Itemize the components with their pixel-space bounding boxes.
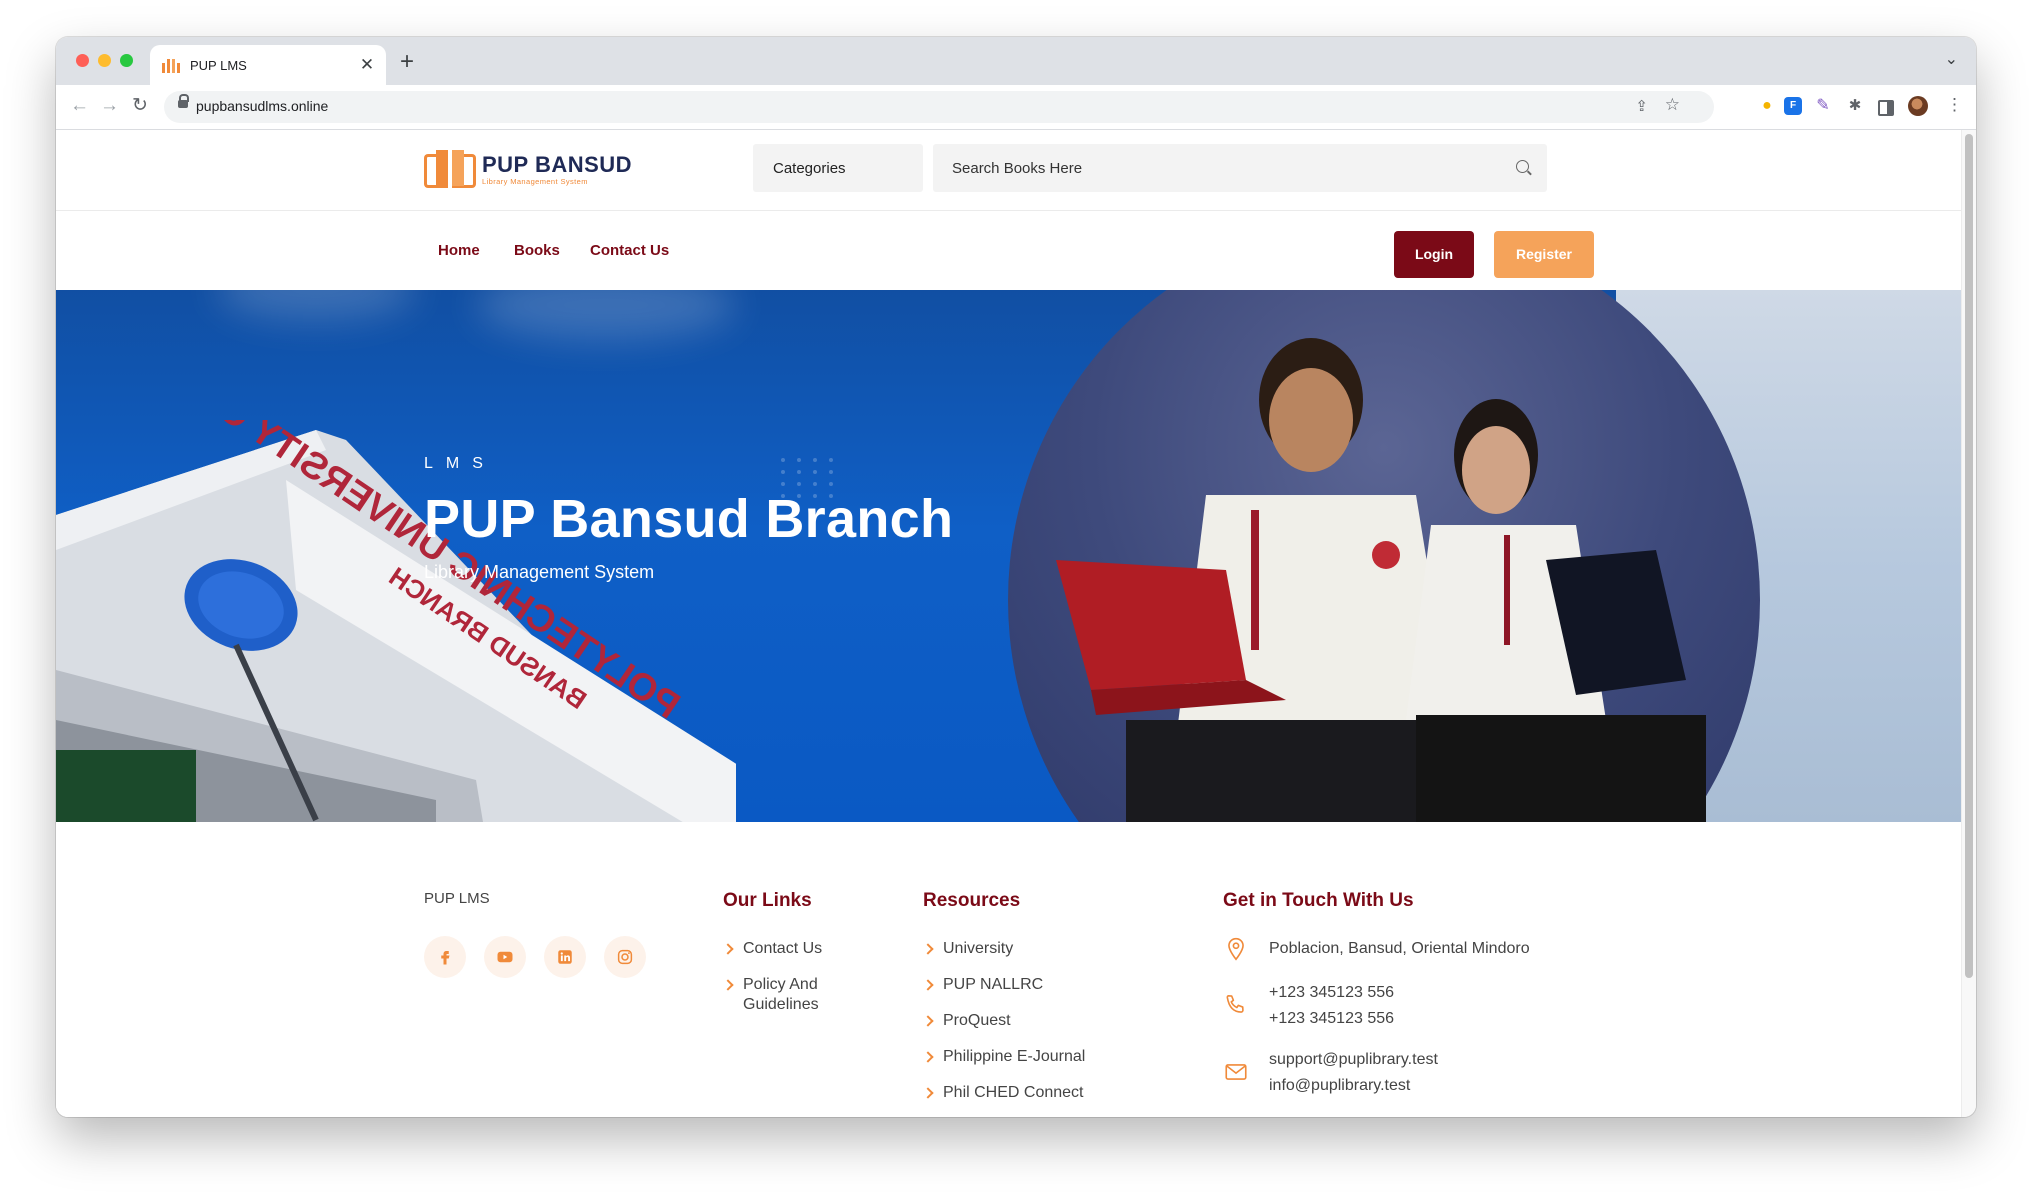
profile-avatar[interactable] xyxy=(1908,96,1928,116)
side-panel-icon[interactable] xyxy=(1878,100,1894,116)
resource-link-ejournal[interactable]: Philippine E-Journal xyxy=(923,1047,1143,1067)
minimize-window-button[interactable] xyxy=(98,54,111,67)
resource-link-proquest[interactable]: ProQuest xyxy=(923,1011,1143,1031)
our-links-list: Contact Us Policy And Guidelines xyxy=(723,939,863,1031)
phone-number-2[interactable]: +123 345123 556 xyxy=(1269,1006,1394,1032)
lock-icon[interactable] xyxy=(178,94,189,108)
phone-icon xyxy=(1226,994,1244,1013)
scrollbar[interactable] xyxy=(1961,130,1976,1117)
main-navigation: Home Books Contact Us Login Register xyxy=(56,211,1962,291)
resources-list: University PUP NALLRC ProQuest Philippin… xyxy=(923,939,1143,1117)
nav-home[interactable]: Home xyxy=(438,242,480,259)
chevron-down-icon[interactable]: ⌄ xyxy=(1945,49,1958,69)
tab-strip: PUP LMS ✕ + ⌄ xyxy=(56,37,1976,85)
footer-link-contact-us[interactable]: Contact Us xyxy=(723,939,863,959)
book-favicon-icon xyxy=(162,57,180,73)
close-window-button[interactable] xyxy=(76,54,89,67)
resource-link-ched[interactable]: Phil CHED Connect xyxy=(923,1083,1143,1103)
new-tab-icon[interactable]: + xyxy=(400,50,414,74)
contact-heading: Get in Touch With Us xyxy=(1223,890,1414,911)
search-placeholder: Search Books Here xyxy=(952,160,1083,177)
url-text[interactable]: pupbansudlms.online xyxy=(196,98,328,114)
pen-extension-icon[interactable]: ✎ xyxy=(1814,97,1832,115)
site-footer: PUP LMS Our Links Contact Us Policy And xyxy=(56,822,1962,1117)
form-extension-icon[interactable]: F xyxy=(1784,97,1802,115)
window-controls xyxy=(76,54,133,67)
logo-subtitle: Library Management System xyxy=(482,177,588,186)
contact-address: Poblacion, Bansud, Oriental Mindoro xyxy=(1223,936,1530,962)
contact-phones: +123 345123 556 +123 345123 556 xyxy=(1223,980,1394,1032)
students-with-laptops-image xyxy=(1056,338,1706,822)
map-pin-icon xyxy=(1228,937,1244,961)
resources-heading: Resources xyxy=(923,890,1021,911)
extensions-puzzle-icon[interactable]: ✱ xyxy=(1846,97,1864,115)
back-arrow-icon[interactable]: ← xyxy=(70,95,89,117)
browser-menu-icon[interactable]: ⋮ xyxy=(1946,95,1963,115)
hero-title: PUP Bansud Branch xyxy=(424,489,954,549)
browser-toolbar: ← → ↻ pupbansudlms.online ⇪ ☆ ● F ✎ ✱ ⋮ xyxy=(56,85,1976,130)
forward-arrow-icon[interactable]: → xyxy=(100,95,119,117)
social-links xyxy=(424,936,646,978)
web-page: PUP BANSUD Library Management System Cat… xyxy=(56,130,1962,1117)
tab-close-icon[interactable]: ✕ xyxy=(356,54,378,76)
footer-link-policy[interactable]: Policy And Guidelines xyxy=(723,975,863,1015)
categories-label: Categories xyxy=(773,160,846,177)
bookmark-star-icon[interactable]: ☆ xyxy=(1665,95,1680,115)
mail-icon xyxy=(1225,1064,1247,1080)
contact-emails: support@puplibrary.test info@puplibrary.… xyxy=(1223,1047,1438,1099)
login-button[interactable]: Login xyxy=(1394,231,1474,278)
footer-brand: PUP LMS xyxy=(424,890,490,907)
browser-window: PUP LMS ✕ + ⌄ ← → ↻ pupbansudlms.online … xyxy=(56,37,1976,1117)
support-email[interactable]: support@puplibrary.test xyxy=(1269,1047,1438,1073)
our-links-heading: Our Links xyxy=(723,890,812,911)
scrollbar-thumb[interactable] xyxy=(1965,134,1973,978)
hero-banner: POLYTECHNIC UNIVERSITY OF THE PHILIPPINE… xyxy=(56,290,1962,822)
instagram-icon[interactable] xyxy=(604,936,646,978)
nav-books[interactable]: Books xyxy=(514,242,560,259)
register-button[interactable]: Register xyxy=(1494,231,1594,278)
hero-subtitle: Library Management System xyxy=(424,562,655,582)
campus-building-image: POLYTECHNIC UNIVERSITY OF THE PHILIPPINE… xyxy=(56,420,736,822)
facebook-icon[interactable] xyxy=(424,936,466,978)
book-logo-icon xyxy=(424,150,476,190)
reload-icon[interactable]: ↻ xyxy=(132,95,148,117)
lightbulb-extension-icon[interactable]: ● xyxy=(1758,97,1776,115)
site-header: PUP BANSUD Library Management System Cat… xyxy=(56,130,1962,211)
nav-contact-us[interactable]: Contact Us xyxy=(590,242,669,259)
resource-link-nallrc[interactable]: PUP NALLRC xyxy=(923,975,1143,995)
browser-tab[interactable]: PUP LMS ✕ xyxy=(150,45,386,85)
linkedin-icon[interactable] xyxy=(544,936,586,978)
search-input[interactable]: Search Books Here xyxy=(933,144,1547,192)
phone-number-1[interactable]: +123 345123 556 xyxy=(1269,980,1394,1006)
hero-eyebrow: LMS xyxy=(424,455,496,472)
address-bar[interactable]: pupbansudlms.online ⇪ ☆ xyxy=(164,91,1714,123)
search-icon[interactable] xyxy=(1516,160,1529,173)
address-text: Poblacion, Bansud, Oriental Mindoro xyxy=(1269,940,1530,957)
site-logo[interactable]: PUP BANSUD Library Management System xyxy=(424,150,632,190)
info-email[interactable]: info@puplibrary.test xyxy=(1269,1073,1438,1099)
resource-link-university[interactable]: University xyxy=(923,939,1143,959)
maximize-window-button[interactable] xyxy=(120,54,133,67)
share-icon[interactable]: ⇪ xyxy=(1635,97,1648,115)
youtube-icon[interactable] xyxy=(484,936,526,978)
tab-title: PUP LMS xyxy=(190,57,247,73)
categories-dropdown[interactable]: Categories xyxy=(753,144,923,192)
logo-name: PUP BANSUD xyxy=(482,152,633,177)
